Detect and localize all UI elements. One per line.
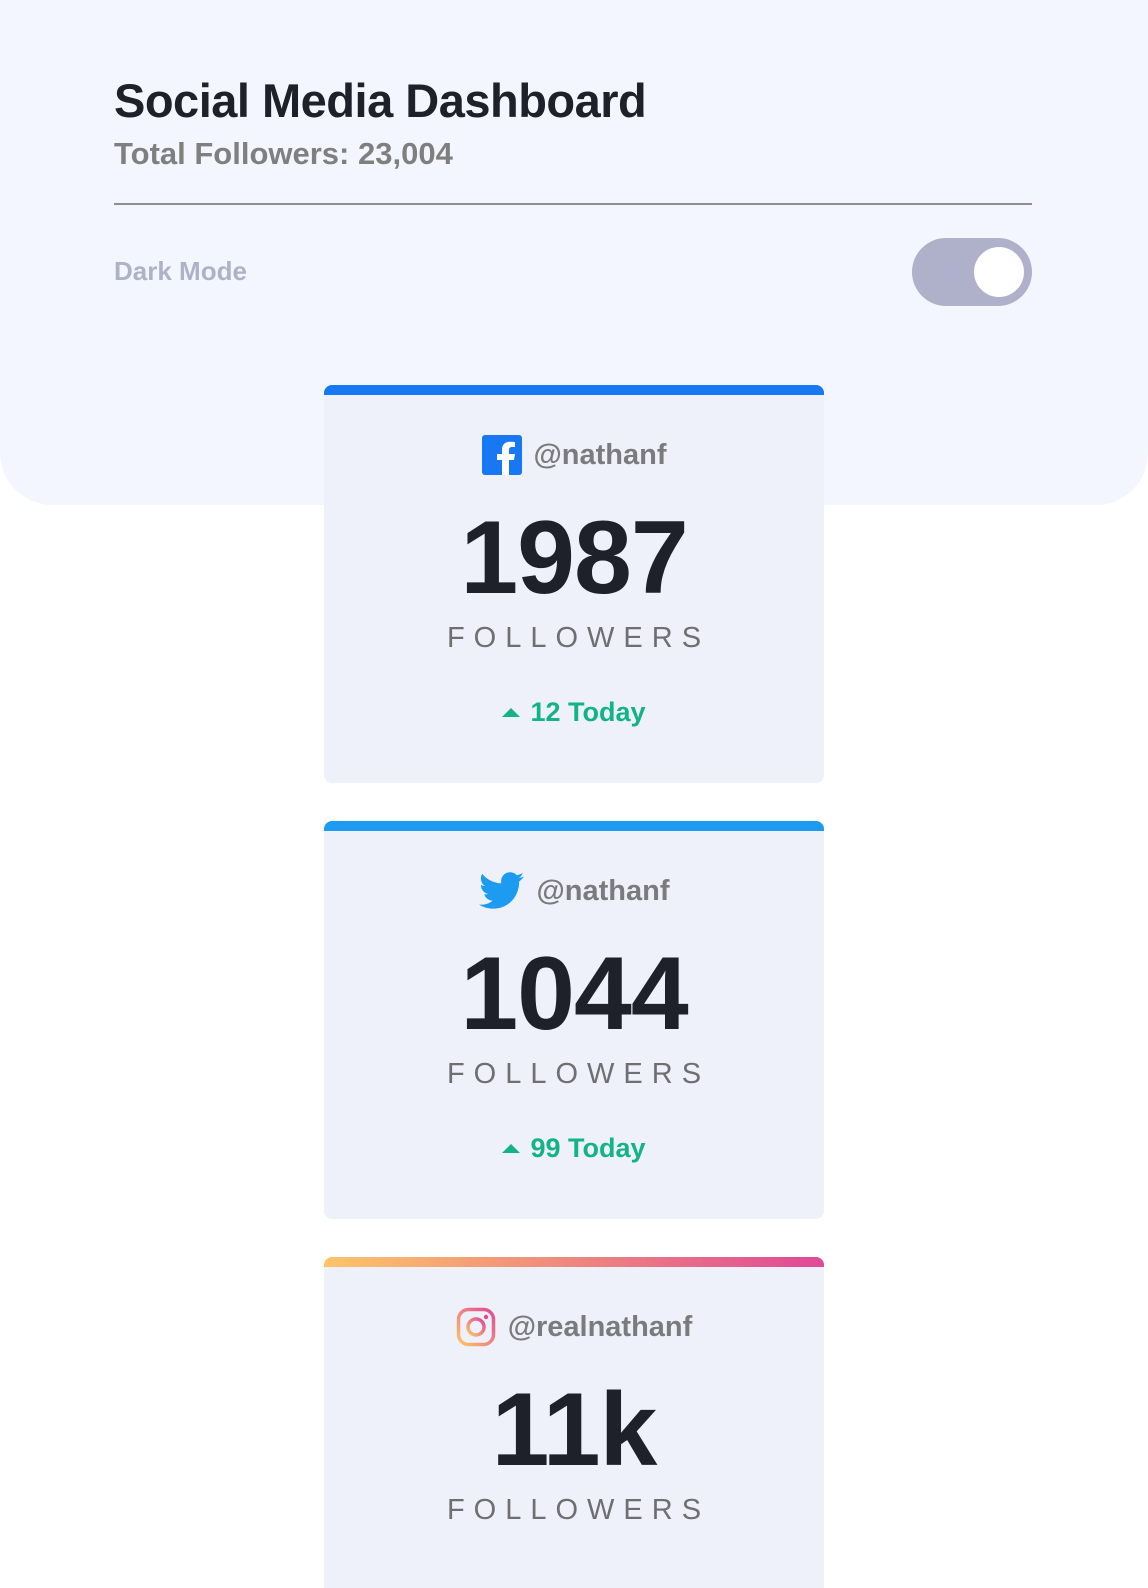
card-accent-bar: [324, 1257, 824, 1267]
today-change-text: 12 Today: [530, 697, 646, 727]
instagram-icon: [456, 1307, 496, 1347]
follower-count: 1987: [460, 500, 688, 616]
dark-mode-toggle[interactable]: [912, 238, 1032, 306]
instagram-card[interactable]: @realnathanf 11k FOLLOWERS: [324, 1257, 824, 1588]
card-handle: @realnathanf: [507, 1310, 693, 1343]
facebook-icon: [481, 435, 522, 475]
page-title: Social Media Dashboard: [114, 74, 647, 127]
card-handle-row: @nathanf: [324, 869, 824, 913]
card-handle: @nathanf: [533, 438, 667, 471]
total-followers: Total Followers: 23,004: [114, 136, 453, 171]
today-change: 12 Today: [324, 697, 824, 728]
dashboard-page: Social Media Dashboard Total Followers: …: [0, 0, 1148, 1588]
card-accent-bar: [324, 385, 824, 395]
header: Social Media Dashboard Total Followers: …: [114, 70, 1032, 174]
twitter-card[interactable]: @nathanf 1044 FOLLOWERS 99 Today: [324, 821, 824, 1219]
up-arrow-icon: [502, 1144, 521, 1153]
toggle-knob: [974, 247, 1024, 297]
twitter-icon: [478, 872, 525, 910]
followers-label: FOLLOWERS: [446, 622, 711, 654]
card-handle-row: @nathanf: [324, 433, 824, 477]
up-arrow-icon: [502, 708, 521, 717]
divider: [114, 203, 1032, 205]
follower-count: 1044: [460, 936, 688, 1052]
today-change: 99 Today: [324, 1133, 824, 1164]
card-handle-row: @realnathanf: [324, 1305, 824, 1349]
followers-label: FOLLOWERS: [446, 1494, 711, 1526]
facebook-card[interactable]: @nathanf 1987 FOLLOWERS 12 Today: [324, 385, 824, 783]
card-accent-bar: [324, 821, 824, 831]
card-handle: @nathanf: [536, 874, 670, 907]
followers-label: FOLLOWERS: [446, 1058, 711, 1090]
dark-mode-label: Dark Mode: [114, 256, 247, 286]
follower-count: 11k: [491, 1372, 658, 1488]
dark-mode-row: Dark Mode: [114, 238, 1032, 306]
today-change-text: 99 Today: [530, 1133, 646, 1163]
